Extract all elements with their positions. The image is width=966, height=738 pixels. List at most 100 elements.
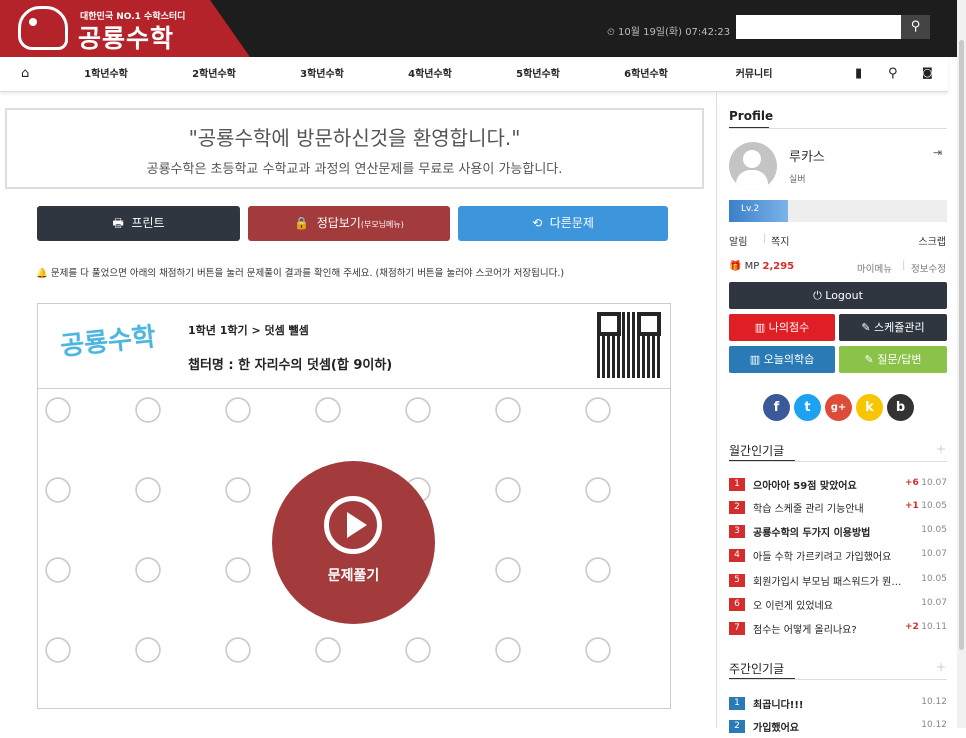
twitter-icon[interactable]: t <box>794 394 821 421</box>
band-icon[interactable]: b <box>887 394 914 421</box>
post-date: 10.11 <box>921 622 947 632</box>
search-button[interactable]: ⚲ <box>901 15 930 39</box>
answer-button[interactable]: 🔒 정답보기(부모님메뉴) <box>248 206 450 241</box>
comment-count: +6 <box>905 478 919 488</box>
list-item[interactable]: 2 학습 스케줄 관리 기능안내 +1 10.05 <box>729 497 947 519</box>
mp-display: 🎁 MP 2,295 <box>729 261 794 272</box>
logout-button[interactable]: ⏻ Logout <box>729 282 947 309</box>
instruction-notice: 🔔 문제를 다 풀었으면 아래의 채점하기 버튼을 눌러 문제풀이 결과를 확인… <box>36 268 565 279</box>
more-icon[interactable]: + <box>936 442 946 456</box>
printer-icon: 🖶 <box>112 216 124 230</box>
level-bar: Lv.2 <box>729 200 947 222</box>
schedule-label: 스케쥴관리 <box>874 321 925 334</box>
my-score-label: 나의점수 <box>768 321 810 334</box>
list-item[interactable]: 1 최곱니다!!! 10.12 <box>729 693 947 715</box>
rank-number: 2 <box>729 501 745 514</box>
divider <box>729 461 947 462</box>
search-icon: ⚲ <box>910 19 921 34</box>
nav-grade-6[interactable]: 6학년수학 <box>624 57 668 92</box>
facebook-icon[interactable]: f <box>763 394 790 421</box>
scrap-link[interactable]: 스크랩 <box>918 233 946 248</box>
nav-grade-5[interactable]: 5학년수학 <box>516 57 560 92</box>
main-nav: ⌂ 1학년수학 2학년수학 3학년수학 4학년수학 5학년수학 6학년수학 커뮤… <box>0 57 948 92</box>
weekly-heading: 주간인기글 <box>729 662 785 676</box>
worksheet-header: 공룡수학 1학년 1학기 > 덧셈 뺄셈 챕터명 : 한 자리수의 덧셈(합 9… <box>38 304 670 389</box>
list-item[interactable]: 2 가입했어요 10.12 <box>729 716 947 738</box>
today-study-button[interactable]: ▥ 오늘의학습 <box>729 346 835 373</box>
worksheet-logo: 공룡수학 <box>58 322 158 362</box>
list-item[interactable]: 3 공룡수학의 두가지 이용방법 10.05 <box>729 521 947 543</box>
worksheet-chapter: 챕터명 : 한 자리수의 덧셈(합 9이하) <box>188 358 393 373</box>
qna-label: 질문/답변 <box>877 353 922 366</box>
list-item[interactable]: 1 으아아아 59점 맞았어요 +6 10.07 <box>729 474 947 496</box>
logout-label: Logout <box>825 289 863 302</box>
welcome-title: "공룡수학에 방문하신것을 환영합니다." <box>188 126 521 150</box>
qna-button[interactable]: ✎ 질문/답변 <box>839 346 947 373</box>
mp-label: MP <box>744 261 760 272</box>
nav-grade-3[interactable]: 3학년수학 <box>300 57 344 92</box>
post-title: 공룡수학의 두가지 이용방법 <box>753 528 871 539</box>
rank-number: 3 <box>729 525 745 538</box>
current-datetime: ⏲ 10월 19일(화) 07:42:23 <box>607 27 731 38</box>
start-problem-label: 문제풀기 <box>327 568 380 584</box>
profile-heading: Profile <box>729 109 774 123</box>
scrollbar-thumb[interactable] <box>959 40 964 650</box>
alerts-link[interactable]: 알림 <box>729 233 747 248</box>
list-item[interactable]: 6 오 이런게 있었네요 10.07 <box>729 594 947 616</box>
doodle-background: 문제풀기 <box>38 390 670 708</box>
rank-number: 5 <box>729 574 745 587</box>
schedule-button[interactable]: ✎ 스케쥴관리 <box>839 314 947 341</box>
rank-number: 4 <box>729 549 745 562</box>
google-plus-icon[interactable]: g+ <box>825 394 852 421</box>
level-label: Lv.2 <box>741 204 760 214</box>
list-item[interactable]: 4 아들 수학 가르키려고 가입했어요 10.07 <box>729 545 947 567</box>
list-item[interactable]: 5 회원가입시 부모님 패스워드가 뭔가요 10.05 <box>729 570 947 592</box>
home-icon[interactable]: ⌂ <box>21 66 29 81</box>
post-date: 10.07 <box>921 478 947 488</box>
chart-icon: ▥ <box>754 321 766 334</box>
my-score-button[interactable]: ▥ 나의점수 <box>729 314 835 341</box>
rank-number: 1 <box>729 478 745 491</box>
mypage-link[interactable]: 마이메뉴 <box>857 261 892 275</box>
post-date: 10.05 <box>921 501 947 511</box>
nav-grade-4[interactable]: 4학년수학 <box>408 57 452 92</box>
play-icon <box>324 496 382 554</box>
info-edit-link[interactable]: 정보수정 <box>911 261 946 275</box>
post-date: 10.12 <box>921 697 947 707</box>
separator: | <box>902 260 906 271</box>
dinosaur-logo-icon[interactable] <box>18 6 68 50</box>
post-date: 10.12 <box>921 720 947 730</box>
messages-link[interactable]: 쪽지 <box>771 233 789 248</box>
nav-grade-2[interactable]: 2학년수학 <box>192 57 236 92</box>
power-icon: ⏻ <box>813 289 822 302</box>
search-icon[interactable]: ⚲ <box>888 66 898 81</box>
list-item[interactable]: 7 점수는 어떻게 올리나요? +2 10.11 <box>729 618 947 640</box>
site-logo[interactable]: 공룡수학 <box>78 19 174 55</box>
bookmark-icon[interactable]: ▮ <box>855 66 862 81</box>
comment-count: +1 <box>905 501 919 511</box>
logout-icon[interactable]: ⇥ <box>933 146 942 159</box>
post-title: 으아아아 59점 맞았어요 <box>753 481 857 492</box>
rank-number: 6 <box>729 598 745 611</box>
rss-icon[interactable]: ◙ <box>922 66 933 79</box>
print-button[interactable]: 🖶 프린트 <box>37 206 240 241</box>
welcome-box: "공룡수학에 방문하신것을 환영합니다." 공룡수학은 초등학교 수학교과 과정… <box>5 108 704 189</box>
more-icon[interactable]: + <box>936 660 946 674</box>
nav-community[interactable]: 커뮤니티 <box>736 57 773 92</box>
answer-label: 정답보기 <box>316 216 361 230</box>
post-title: 회원가입시 부모님 패스워드가 뭔가요 <box>753 577 903 588</box>
divider <box>729 128 947 129</box>
worksheet-card: 공룡수학 1학년 1학기 > 덧셈 뺄셈 챕터명 : 한 자리수의 덧셈(합 9… <box>37 303 671 709</box>
profile-grade: 실버 <box>789 175 806 185</box>
post-title: 가입했어요 <box>753 723 799 734</box>
edit-icon: ✎ <box>864 353 874 366</box>
post-date: 10.07 <box>921 549 947 559</box>
search-input[interactable] <box>736 15 901 39</box>
other-problem-button[interactable]: ⟲ 다른문제 <box>458 206 668 241</box>
start-problem-button[interactable]: 문제풀기 <box>272 461 435 624</box>
nav-grade-1[interactable]: 1학년수학 <box>84 57 128 92</box>
avatar[interactable] <box>729 142 777 190</box>
sidebar: Profile 루카스 실버 ⇥ Lv.2 알림 | 쪽지 스크랩 🎁 MP 2… <box>716 92 948 734</box>
kakaostory-icon[interactable]: k <box>856 394 883 421</box>
lock-icon: 🔒 <box>294 216 310 230</box>
